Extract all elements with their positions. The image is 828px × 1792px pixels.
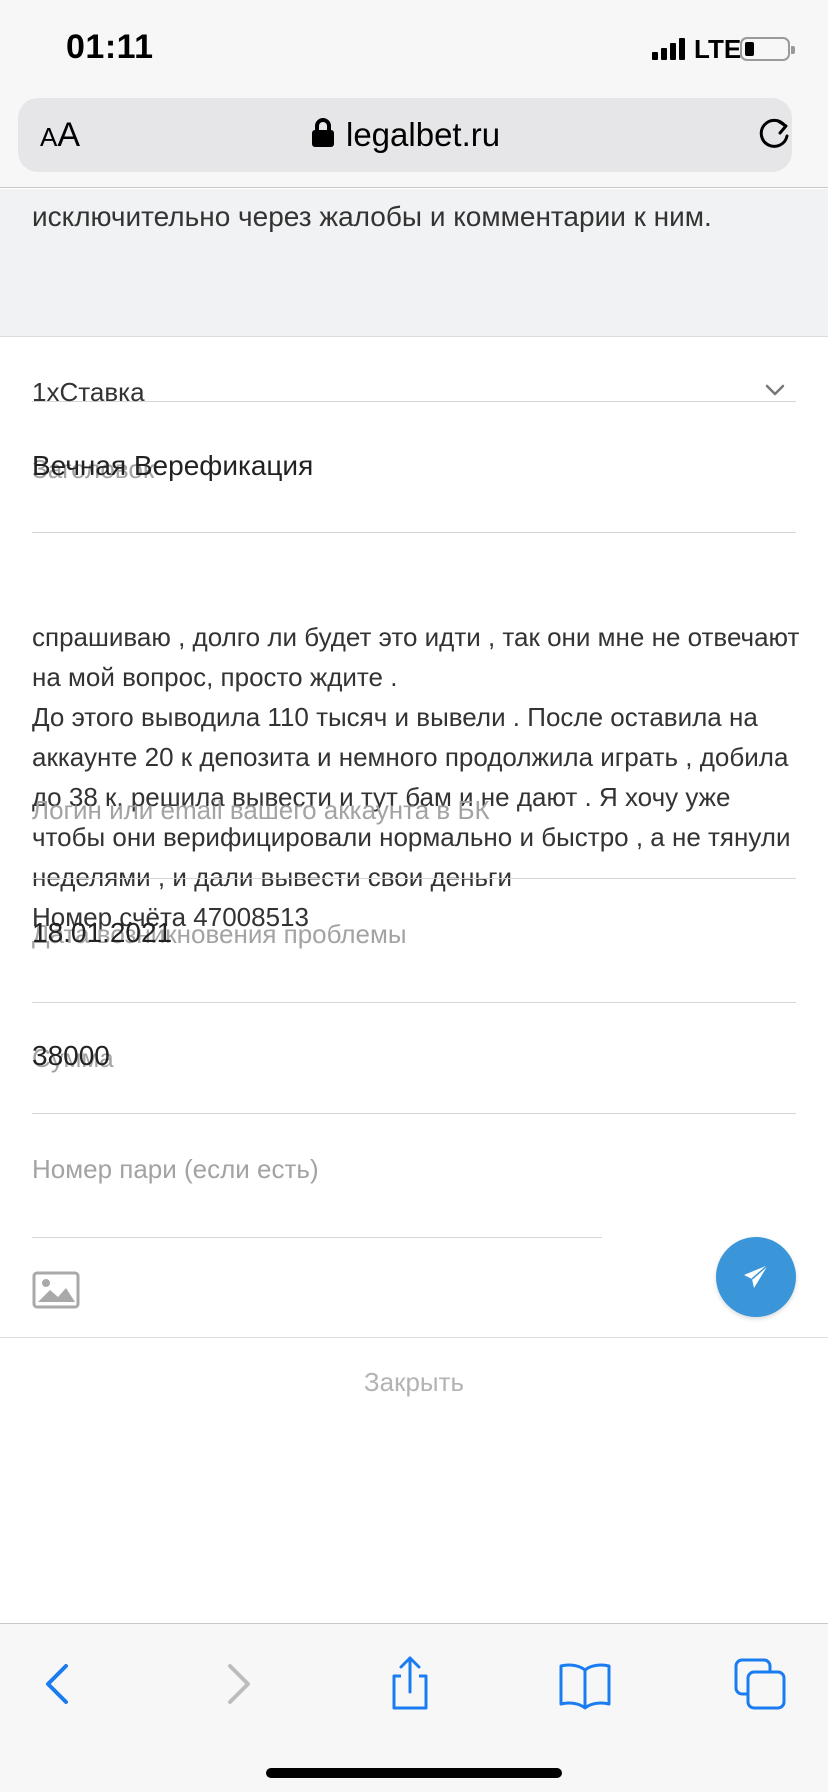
login-placeholder: Логин или email вашего аккаунта в БК: [32, 795, 490, 825]
status-time: 01:11: [66, 28, 154, 66]
info-text: менеджерам, так как вся коммуникация стр…: [32, 201, 712, 232]
lock-icon: [312, 118, 334, 148]
forward-icon[interactable]: [206, 1654, 266, 1714]
footer-divider: [0, 1337, 828, 1338]
browser-header: AA legalbet.ru: [0, 92, 828, 188]
url-text[interactable]: legalbet.ru: [346, 116, 500, 154]
sum-value: 38000: [32, 1040, 110, 1071]
status-bar: 01:11 LTE: [0, 0, 828, 92]
send-button[interactable]: [716, 1237, 796, 1317]
sum-field[interactable]: Сумма 38000: [32, 1003, 796, 1114]
date-value: 18.01.2021: [32, 917, 173, 948]
title-value: Вечная Верефикация: [32, 450, 314, 481]
text-size-small-label: A: [40, 122, 58, 152]
bet-number-placeholder: Номер пари (если есть): [32, 1154, 319, 1184]
back-icon[interactable]: [30, 1654, 90, 1714]
info-block: менеджерам, так как вся коммуникация стр…: [0, 189, 828, 337]
home-indicator: [266, 1768, 562, 1778]
battery-icon: [740, 37, 795, 61]
bookmarks-icon[interactable]: [555, 1654, 615, 1714]
date-field[interactable]: Дата возникновения проблемы 18.01.2021: [32, 879, 796, 1003]
browser-toolbar: [0, 1623, 828, 1792]
reload-icon[interactable]: [754, 114, 794, 154]
address-bar[interactable]: AA legalbet.ru: [18, 98, 792, 172]
title-field[interactable]: Заголовок Вечная Верефикация: [32, 402, 796, 533]
network-type: LTE: [694, 34, 742, 64]
chevron-down-icon: [765, 384, 785, 396]
text-size-button[interactable]: AA: [40, 116, 80, 155]
page-content: менеджерам, так как вся коммуникация стр…: [0, 189, 828, 1623]
bookmaker-select[interactable]: 1хСтавка: [32, 337, 796, 407]
close-button[interactable]: Закрыть: [0, 1367, 828, 1398]
send-icon: [744, 1264, 769, 1288]
image-icon[interactable]: [32, 1271, 80, 1309]
signal-strength-icon: [652, 36, 688, 60]
text-size-big-label: A: [57, 116, 81, 154]
login-field[interactable]: Логин или email вашего аккаунта в БК: [32, 755, 796, 879]
tabs-icon[interactable]: [730, 1654, 790, 1714]
bet-number-field[interactable]: Номер пари (если есть): [32, 1114, 602, 1238]
share-icon[interactable]: [380, 1654, 440, 1714]
